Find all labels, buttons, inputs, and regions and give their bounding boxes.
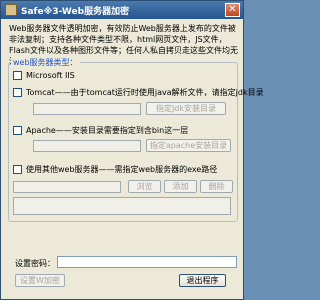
main-window: Safe※3-Web服务器加密 ✕ Web服务器文件透明加密，有效防止Web服务… — [0, 0, 264, 300]
set-encrypt-button[interactable]: 设置W加密 — [15, 274, 65, 287]
exit-button[interactable]: 退出程序 — [179, 274, 226, 287]
delete-button[interactable]: 删除 — [200, 180, 233, 193]
other-server-checkbox[interactable] — [13, 165, 22, 174]
apache-checkbox[interactable] — [13, 126, 22, 135]
other-server-option[interactable]: 使用其他web服务器——需指定web服务器的exe路径 — [13, 164, 217, 175]
apache-label: Apache——安装目录需要指定到含bin这一层 — [26, 126, 189, 135]
server-type-title: web服务器类型： — [11, 57, 80, 68]
other-server-label: 使用其他web服务器——需指定web服务器的exe路径 — [26, 165, 218, 174]
password-label: 设置密码： — [15, 259, 55, 268]
title-bar[interactable]: Safe※3-Web服务器加密 ✕ — [1, 1, 243, 19]
browse-button[interactable]: 浏览 — [128, 180, 161, 193]
jdk-path-field[interactable] — [33, 103, 141, 115]
app-icon — [5, 4, 17, 16]
add-button[interactable]: 添加 — [164, 180, 197, 193]
apache-path-field[interactable] — [33, 140, 141, 152]
apache-dir-button[interactable]: 指定apache安装目录 — [146, 139, 231, 152]
tomcat-checkbox[interactable] — [13, 88, 22, 97]
close-icon[interactable]: ✕ — [225, 3, 240, 17]
iis-option[interactable]: Microsoft IIS — [13, 71, 75, 82]
tomcat-option[interactable]: Tomcat——由于tomcat运行时使用java解析文件，请指定jdk目录 — [13, 87, 264, 98]
apache-option[interactable]: Apache——安装目录需要指定到含bin这一层 — [13, 125, 188, 136]
iis-label: Microsoft IIS — [26, 71, 75, 80]
exe-path-field[interactable] — [13, 181, 121, 193]
server-path-list[interactable] — [13, 197, 231, 215]
password-input[interactable] — [57, 256, 237, 268]
window-title: Safe※3-Web服务器加密 — [21, 7, 130, 17]
tomcat-label: Tomcat——由于tomcat运行时使用java解析文件，请指定jdk目录 — [26, 88, 264, 97]
iis-checkbox[interactable] — [13, 71, 22, 80]
jdk-dir-button[interactable]: 指定Jdk安装目录 — [146, 102, 226, 115]
